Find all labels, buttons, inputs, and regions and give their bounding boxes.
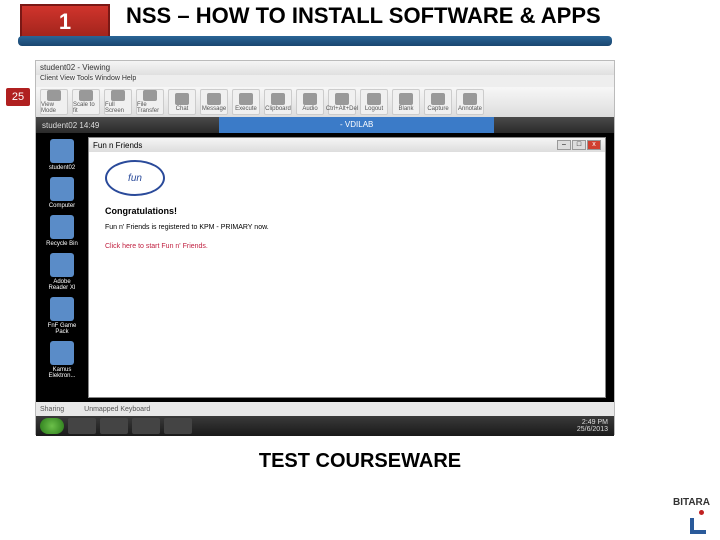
- remote-taskbar: 2:49 PM 25/6/2013: [36, 416, 614, 436]
- start-button[interactable]: [40, 418, 64, 434]
- viewer-toolbar: View ModeScale to fitFull ScreenFile Tra…: [36, 87, 614, 117]
- toolbar-file-transfer[interactable]: File Transfer: [136, 89, 164, 115]
- minimize-button[interactable]: –: [557, 140, 571, 150]
- slide-number: 1: [59, 9, 71, 35]
- title-underline: [18, 36, 612, 46]
- toolbar-blank[interactable]: Blank: [392, 89, 420, 115]
- remote-desktop-viewport: student02 14:49 - VDILAB student02 Comput…: [36, 117, 614, 402]
- remote-viewer-window: student02 - Viewing Client View Tools Wi…: [35, 60, 615, 435]
- slide-caption: TEST COURSEWARE: [0, 450, 720, 473]
- dialog-message: Fun n' Friends is registered to KPM - PR…: [105, 224, 589, 231]
- brand-logo-icon: [686, 510, 710, 534]
- page-number-badge: 25: [6, 88, 30, 106]
- slide-title: NSS – HOW TO INSTALL SOFTWARE & APPS: [126, 4, 601, 28]
- remote-title-left: student02 14:49: [36, 121, 99, 130]
- start-link[interactable]: Click here to start Fun n' Friends.: [105, 243, 589, 250]
- taskbar-item[interactable]: [68, 418, 96, 434]
- toolbar-audio[interactable]: Audio: [296, 89, 324, 115]
- viewer-menubar[interactable]: Client View Tools Window Help: [36, 75, 614, 87]
- window-controls: – □ x: [557, 140, 601, 150]
- toolbar-view-mode[interactable]: View Mode: [40, 89, 68, 115]
- desktop-icon[interactable]: FnF Game Pack: [44, 297, 80, 335]
- remote-title-mid: - VDILAB: [219, 117, 494, 133]
- viewer-titlebar: student02 - Viewing: [36, 61, 614, 75]
- toolbar-full-screen[interactable]: Full Screen: [104, 89, 132, 115]
- desktop-icon[interactable]: Adobe Reader XI: [44, 253, 80, 291]
- toolbar-execute[interactable]: Execute: [232, 89, 260, 115]
- dialog-heading: Congratulations!: [105, 206, 589, 216]
- taskbar-clock: 2:49 PM 25/6/2013: [577, 419, 610, 433]
- viewer-statusbar: Sharing Unmapped Keyboard: [36, 402, 614, 416]
- desktop-icon[interactable]: student02: [44, 139, 80, 171]
- toolbar-message[interactable]: Message: [200, 89, 228, 115]
- status-keyboard: Unmapped Keyboard: [84, 406, 150, 413]
- remote-titlebar: student02 14:49 - VDILAB: [36, 117, 614, 133]
- toolbar-clipboard[interactable]: Clipboard: [264, 89, 292, 115]
- toolbar-chat[interactable]: Chat: [168, 89, 196, 115]
- toolbar-annotate[interactable]: Annotate: [456, 89, 484, 115]
- taskbar-item[interactable]: [132, 418, 160, 434]
- toolbar-logout[interactable]: Logout: [360, 89, 388, 115]
- desktop-icon[interactable]: Kamus Elektron...: [44, 341, 80, 379]
- slide-header: 1 NSS – HOW TO INSTALL SOFTWARE & APPS: [0, 0, 720, 56]
- dialog-titlebar: Fun n Friends – □ x: [89, 138, 605, 152]
- dialog-body: fun Congratulations! Fun n' Friends is r…: [89, 152, 605, 397]
- status-sharing: Sharing: [40, 406, 64, 413]
- slide-number-box: 1: [20, 4, 110, 40]
- app-dialog-window: Fun n Friends – □ x fun Congratulations!…: [88, 137, 606, 398]
- desktop-icon[interactable]: Recycle Bin: [44, 215, 80, 247]
- dialog-title: Fun n Friends: [93, 141, 142, 150]
- maximize-button[interactable]: □: [572, 140, 586, 150]
- brand-name: BITARA: [673, 497, 710, 508]
- toolbar-ctrl-alt-del[interactable]: Ctrl+Alt+Del: [328, 89, 356, 115]
- desktop-icon[interactable]: Computer: [44, 177, 80, 209]
- desktop-icons: student02 Computer Recycle Bin Adobe Reader…: [36, 133, 88, 402]
- taskbar-item[interactable]: [164, 418, 192, 434]
- toolbar-scale-to-fit[interactable]: Scale to fit: [72, 89, 100, 115]
- close-button[interactable]: x: [587, 140, 601, 150]
- app-logo: fun: [105, 160, 165, 196]
- brand-footer: BITARA: [673, 497, 710, 534]
- taskbar-item[interactable]: [100, 418, 128, 434]
- toolbar-capture[interactable]: Capture: [424, 89, 452, 115]
